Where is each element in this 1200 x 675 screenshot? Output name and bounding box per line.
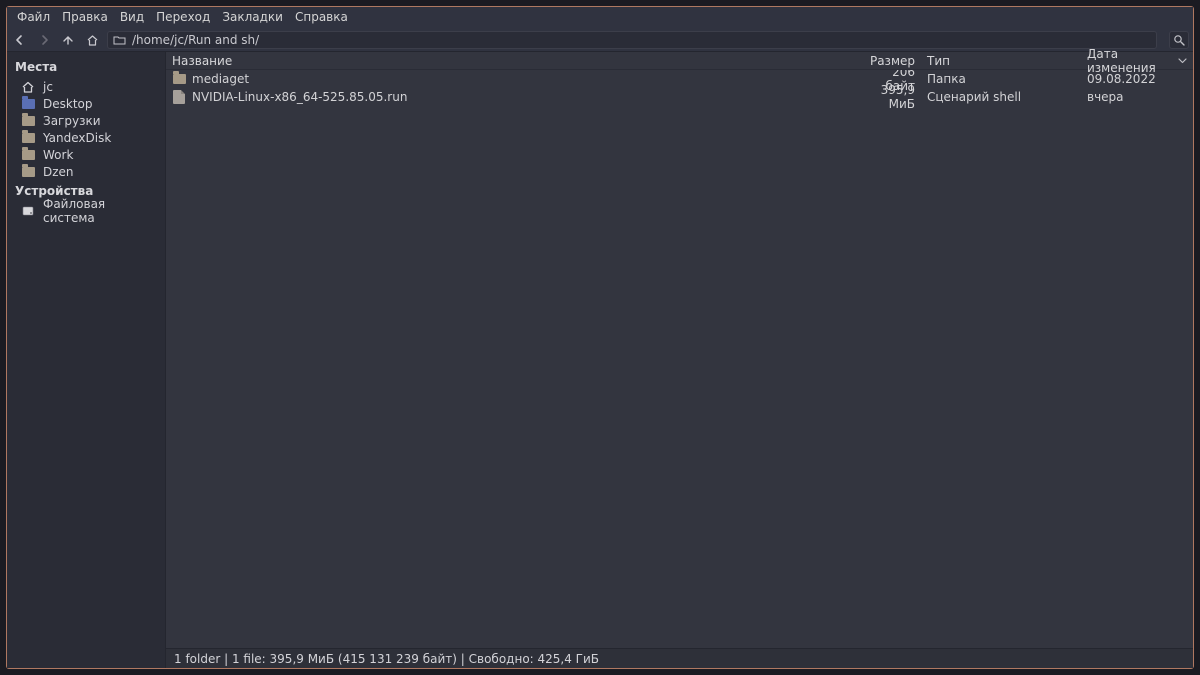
folder-icon: [21, 165, 35, 179]
folder-icon: [108, 34, 130, 46]
folder-icon: [172, 72, 186, 86]
home-icon: [21, 80, 35, 94]
file-date: вчера: [1081, 88, 1193, 106]
disk-icon: [21, 204, 35, 218]
folder-icon: [21, 97, 35, 111]
home-button[interactable]: [83, 31, 101, 49]
sidebar-item-label: Desktop: [43, 97, 93, 111]
column-headers: Название Размер Тип Дата изменения: [166, 52, 1193, 70]
sidebar-item-label: YandexDisk: [43, 131, 111, 145]
back-button[interactable]: [11, 31, 29, 49]
file-manager-window: Файл Правка Вид Переход Закладки Справка: [6, 6, 1194, 669]
sidebar-item-label: Dzen: [43, 165, 74, 179]
column-type[interactable]: Тип: [921, 52, 1081, 69]
status-text: 1 folder | 1 file: 395,9 МиБ (415 131 23…: [174, 652, 599, 666]
column-size[interactable]: Размер: [861, 52, 921, 69]
sidebar-item-label: Загрузки: [43, 114, 101, 128]
path-bar[interactable]: [107, 31, 1157, 49]
menu-file[interactable]: Файл: [11, 8, 56, 26]
path-input[interactable]: [130, 33, 1156, 47]
file-name: mediaget: [192, 72, 249, 86]
file-name: NVIDIA-Linux-x86_64-525.85.05.run: [192, 90, 407, 104]
folder-icon: [21, 131, 35, 145]
main-area: Места jc Desktop Загрузки YandexDisk: [7, 52, 1193, 668]
sidebar-place-dzen[interactable]: Dzen: [7, 163, 165, 180]
file-date: 09.08.2022: [1081, 70, 1193, 88]
folder-icon: [21, 114, 35, 128]
file-row[interactable]: NVIDIA-Linux-x86_64-525.85.05.run 395,9 …: [166, 88, 1193, 106]
sort-indicator-icon: [1178, 54, 1187, 68]
menu-view[interactable]: Вид: [114, 8, 150, 26]
file-size: 395,9 МиБ: [861, 88, 921, 106]
sidebar-place-jc[interactable]: jc: [7, 78, 165, 95]
toolbar: [7, 29, 1193, 51]
folder-icon: [21, 148, 35, 162]
column-date[interactable]: Дата изменения: [1081, 52, 1193, 69]
sidebar-item-label: Файловая система: [43, 197, 157, 225]
forward-button[interactable]: [35, 31, 53, 49]
menu-help[interactable]: Справка: [289, 8, 354, 26]
menu-bookmarks[interactable]: Закладки: [216, 8, 289, 26]
sidebar-item-label: jc: [43, 80, 53, 94]
column-name[interactable]: Название: [166, 52, 861, 69]
sidebar-device-filesystem[interactable]: Файловая система: [7, 202, 165, 219]
file-icon: [172, 90, 186, 104]
menu-bar: Файл Правка Вид Переход Закладки Справка: [7, 7, 1193, 27]
menu-edit[interactable]: Правка: [56, 8, 114, 26]
sidebar-place-desktop[interactable]: Desktop: [7, 95, 165, 112]
menu-go[interactable]: Переход: [150, 8, 216, 26]
up-button[interactable]: [59, 31, 77, 49]
sidebar: Места jc Desktop Загрузки YandexDisk: [7, 52, 166, 668]
file-rows[interactable]: mediaget 206 байт Папка 09.08.2022 NVIDI…: [166, 70, 1193, 648]
sidebar-place-downloads[interactable]: Загрузки: [7, 112, 165, 129]
status-bar: 1 folder | 1 file: 395,9 МиБ (415 131 23…: [166, 648, 1193, 668]
file-type: Папка: [921, 70, 1081, 88]
file-type: Сценарий shell: [921, 88, 1081, 106]
file-row[interactable]: mediaget 206 байт Папка 09.08.2022: [166, 70, 1193, 88]
sidebar-place-work[interactable]: Work: [7, 146, 165, 163]
sidebar-places-header: Места: [7, 56, 165, 78]
sidebar-item-label: Work: [43, 148, 73, 162]
sidebar-place-yandexdisk[interactable]: YandexDisk: [7, 129, 165, 146]
file-list: Название Размер Тип Дата изменения media…: [166, 52, 1193, 668]
